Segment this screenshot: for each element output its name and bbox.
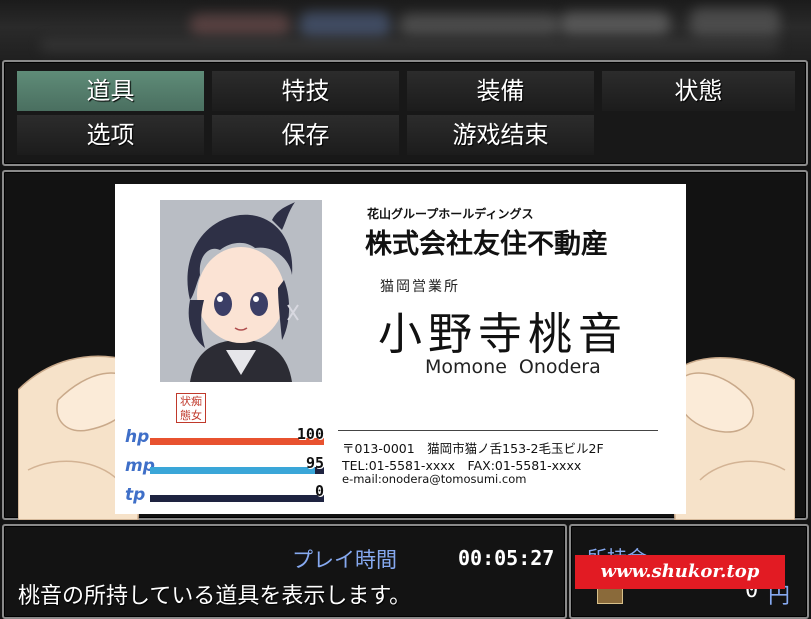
hp-value: 100 bbox=[296, 425, 324, 443]
card-divider bbox=[338, 430, 658, 431]
background-blur bbox=[690, 8, 780, 38]
background-blur bbox=[300, 12, 390, 38]
background-blur bbox=[190, 14, 290, 36]
command-save[interactable]: 保存 bbox=[212, 115, 399, 155]
tp-value: 0 bbox=[314, 482, 324, 500]
person-name-kanji: 小野寺桃音 bbox=[378, 309, 628, 360]
playtime-value: 00:05:27 bbox=[458, 546, 555, 570]
company-group-name: 花山グループホールディングス bbox=[367, 207, 534, 221]
command-items[interactable]: 道具 bbox=[17, 71, 204, 111]
person-name-romaji: Momone Onodera bbox=[425, 356, 601, 378]
command-equip[interactable]: 装備 bbox=[407, 71, 594, 111]
portrait-illustration bbox=[160, 200, 322, 382]
branch-office: 猫岡営業所 bbox=[380, 279, 460, 295]
background-blur bbox=[560, 12, 670, 36]
command-skills[interactable]: 特技 bbox=[212, 71, 399, 111]
background-map bbox=[0, 0, 811, 60]
background-blur bbox=[40, 38, 780, 52]
mp-value: 95 bbox=[305, 454, 324, 472]
tp-label: tp bbox=[125, 485, 146, 505]
card-email: e-mail:onodera@tomosumi.com bbox=[342, 472, 527, 486]
character-portrait bbox=[160, 200, 322, 382]
playtime-label: プレイ時間 bbox=[292, 548, 397, 572]
command-status[interactable]: 状態 bbox=[602, 71, 795, 111]
watermark: www.shukor.top bbox=[575, 555, 785, 589]
status-state-stamp: 状痴 態女 bbox=[176, 393, 206, 423]
command-options[interactable]: 选项 bbox=[17, 115, 204, 155]
company-name: 株式会社友住不動産 bbox=[365, 229, 608, 260]
hp-label: hp bbox=[125, 427, 150, 447]
status-state-stamp-text: 状痴 態女 bbox=[180, 395, 202, 422]
background-blur bbox=[400, 14, 560, 36]
help-description: 桃音の所持している道具を表示します。 bbox=[18, 584, 412, 609]
command-game-end[interactable]: 游戏结束 bbox=[407, 115, 594, 155]
